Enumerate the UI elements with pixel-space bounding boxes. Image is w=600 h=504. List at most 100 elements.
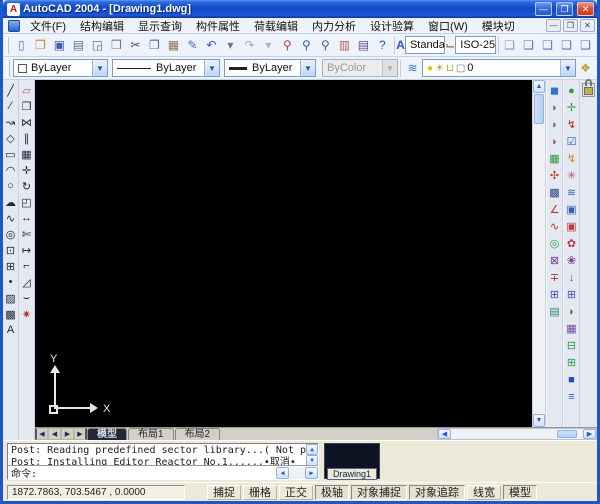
lock-icon[interactable]	[582, 83, 595, 97]
properties-palette-icon[interactable]: ▥	[335, 36, 354, 55]
offset-icon[interactable]: ∥	[19, 130, 34, 146]
next-tab-icon[interactable]: ▶	[61, 428, 74, 440]
drawing-thumbnail[interactable]: Drawing1	[324, 443, 380, 479]
menu-item[interactable]: 内力分析	[305, 18, 363, 34]
mdi-restore-button[interactable]: ❐	[563, 19, 578, 32]
spline-icon[interactable]: ∿	[3, 210, 18, 226]
plugin-icon-grid-purple[interactable]: ▦	[564, 320, 580, 337]
vertical-scroll-track[interactable]	[533, 93, 545, 414]
menu-item[interactable]: 窗口(W)	[421, 18, 475, 34]
toolbar-grip[interactable]	[6, 60, 10, 77]
plugin-icon-ring[interactable]: ◎	[547, 235, 563, 252]
plugin-icon-flower-purple[interactable]: ❀	[564, 252, 580, 269]
layer-manager-icon[interactable]: ≋	[403, 59, 422, 78]
make-block-icon[interactable]: ⊞	[3, 258, 18, 274]
hatch-icon[interactable]: ▨	[3, 290, 18, 306]
copy-icon[interactable]: ❐	[145, 36, 164, 55]
undo-icon[interactable]: ↶	[202, 36, 221, 55]
plugin-icon-fill-blue[interactable]: ◼	[547, 82, 563, 99]
stretch-icon[interactable]: ↔	[19, 210, 34, 226]
plugin-icon-green-grid[interactable]: ▦	[547, 150, 563, 167]
layer-thaw-sun-icon[interactable]: ☀	[435, 63, 444, 74]
plugin-icon-ball[interactable]: ●	[564, 82, 580, 99]
line-icon[interactable]: ╱	[3, 82, 18, 98]
menu-item[interactable]: 构件属性	[189, 18, 247, 34]
shade-gouraud-icon[interactable]: ❑	[576, 36, 595, 55]
mdi-close-button[interactable]: ✕	[580, 19, 595, 32]
chevron-down-icon[interactable]: ▼	[204, 60, 219, 76]
zoom-previous-icon[interactable]: ⚲	[316, 36, 335, 55]
drawing-canvas[interactable]: Y X	[35, 80, 532, 427]
prev-tab-icon[interactable]: ◀	[48, 428, 61, 440]
polygon-icon[interactable]: ◇	[3, 130, 18, 146]
shade-hidden-icon[interactable]: ❑	[538, 36, 557, 55]
status-toggle[interactable]: 正交	[279, 485, 313, 500]
erase-icon[interactable]: ▱	[19, 82, 34, 98]
plugin-icon-striped[interactable]: ▤	[547, 303, 563, 320]
copy-object-icon[interactable]: ❐	[19, 98, 34, 114]
plugin-icon-box-red[interactable]: ▣	[564, 218, 580, 235]
menu-item[interactable]: 荷载编辑	[247, 18, 305, 34]
redo-dropdown-icon[interactable]: ▾	[259, 36, 278, 55]
shade-flat-icon[interactable]: ❑	[557, 36, 576, 55]
plugin-icon-wedge-brown[interactable]: ◗	[564, 303, 580, 320]
chevron-down-icon[interactable]: ▼	[560, 60, 575, 76]
designcenter-icon[interactable]: ▤	[354, 36, 373, 55]
undo-dropdown-icon[interactable]: ▾	[221, 36, 240, 55]
chevron-down-icon[interactable]: ▼	[92, 60, 107, 76]
zoom-realtime-icon[interactable]: ⚲	[278, 36, 297, 55]
plugin-icon-wedge-2[interactable]: ◗	[547, 116, 563, 133]
status-toggle[interactable]: 捕捉	[207, 485, 241, 500]
shade-3d-icon[interactable]: ❑	[519, 36, 538, 55]
layout-tab[interactable]: 布局1	[128, 428, 174, 440]
status-toggle[interactable]: 线宽	[467, 485, 501, 500]
plugin-icon-lines-blue[interactable]: ≡	[564, 388, 580, 405]
scroll-down-icon[interactable]: ▼	[533, 414, 545, 427]
scroll-right-icon[interactable]: ▶	[305, 467, 318, 479]
plugin-icon-xbox[interactable]: ⊠	[547, 252, 563, 269]
plugin-icon-wedge-1[interactable]: ◗	[547, 99, 563, 116]
chamfer-icon[interactable]: ◿	[19, 274, 34, 290]
plugin-icon-cross[interactable]: ✣	[547, 167, 563, 184]
scroll-right-icon[interactable]: ▶	[583, 429, 596, 439]
last-tab-icon[interactable]: ▶	[74, 428, 87, 440]
layer-on-bulb-icon[interactable]: ●	[427, 63, 433, 74]
color-combo[interactable]: ByLayer ▼	[13, 59, 108, 77]
menu-item[interactable]: 模块切	[475, 18, 522, 34]
plugin-icon-tmark[interactable]: ∓	[547, 269, 563, 286]
command-scrollbar[interactable]: ▲ ▼	[306, 444, 318, 465]
trim-icon[interactable]: ✄	[19, 226, 34, 242]
menu-item[interactable]: 结构编辑	[73, 18, 131, 34]
revcloud-icon[interactable]: ☁	[3, 194, 18, 210]
linetype-combo[interactable]: ByLayer ▼	[112, 59, 220, 77]
layer-unlock-icon[interactable]: ⊔	[446, 63, 454, 74]
text-icon[interactable]: A	[3, 322, 18, 338]
point-icon[interactable]: •	[3, 274, 18, 290]
break-icon[interactable]: ⌐	[19, 258, 34, 274]
mirror-icon[interactable]: ⋈	[19, 114, 34, 130]
scroll-up-icon[interactable]: ▲	[306, 444, 318, 455]
plugin-icon-flower-red[interactable]: ✿	[564, 235, 580, 252]
plugin-icon-checkbox[interactable]: ☑	[564, 133, 580, 150]
plugin-icon-wedge-3[interactable]: ◗	[547, 133, 563, 150]
cut-icon[interactable]: ✂	[126, 36, 145, 55]
explode-icon[interactable]: ✷	[19, 306, 34, 322]
plugin-icon-down-arrow[interactable]: ↓	[564, 269, 580, 286]
layout-tab[interactable]: 布局2	[175, 428, 221, 440]
rotate-icon[interactable]: ↻	[19, 178, 34, 194]
arc-icon[interactable]: ◠	[3, 162, 18, 178]
status-toggle[interactable]: 栅格	[243, 485, 277, 500]
plugin-icon-bolt-orange[interactable]: ↯	[564, 150, 580, 167]
text-style-combo[interactable]: Standard ▼	[405, 36, 445, 54]
construction-line-icon[interactable]: ∕	[3, 98, 18, 114]
coordinate-readout[interactable]: 1872.7863, 703.5467 , 0.0000	[7, 485, 185, 500]
layer-color-swatch-icon[interactable]: ▢	[456, 63, 465, 74]
plugin-icon-add-cross[interactable]: ✛	[564, 99, 580, 116]
zoom-window-icon[interactable]: ⚲	[297, 36, 316, 55]
first-tab-icon[interactable]: ◀	[35, 428, 48, 440]
horizontal-scroll-thumb[interactable]	[557, 430, 577, 438]
plugin-icon-curve[interactable]: ∿	[547, 218, 563, 235]
plugin-icon-angle[interactable]: ∠	[547, 201, 563, 218]
mdi-minimize-button[interactable]: —	[546, 19, 561, 32]
paste-icon[interactable]: ▦	[164, 36, 183, 55]
